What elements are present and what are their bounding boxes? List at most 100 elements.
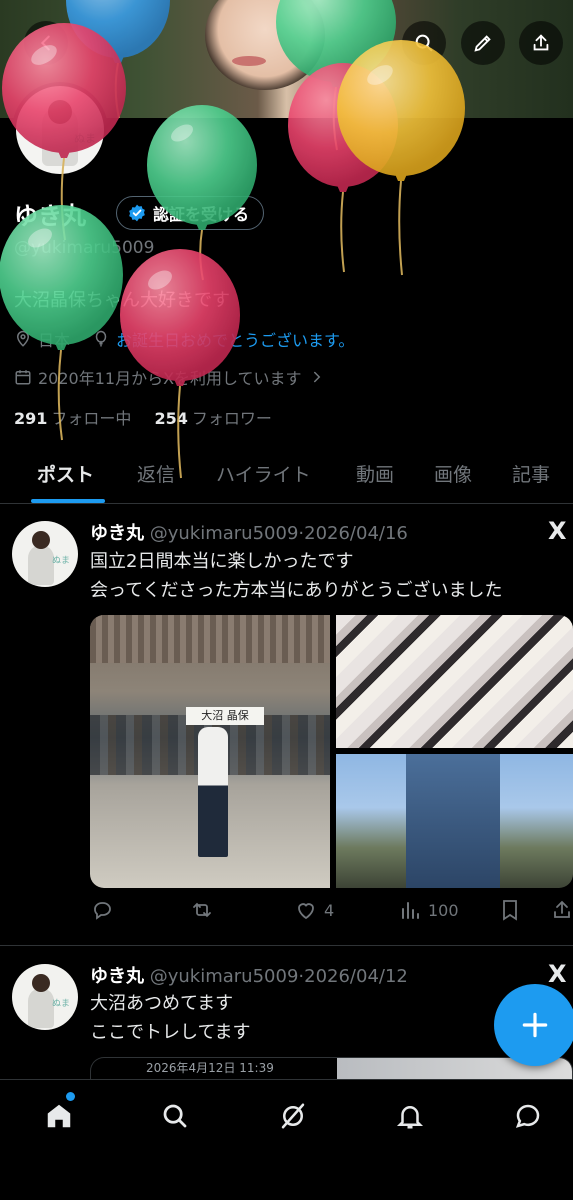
arrow-left-icon: [40, 35, 50, 51]
post-avatar[interactable]: ぬま: [12, 964, 78, 1030]
banner-photo-face: [205, 0, 325, 90]
post-header: ゆき丸 @yukimaru5009·2026/04/12: [90, 962, 408, 988]
home-notification-dot: [66, 1092, 75, 1101]
reply-button[interactable]: [90, 898, 114, 922]
nav-grok[interactable]: [273, 1096, 313, 1136]
following-link[interactable]: 291 フォロー中: [14, 409, 131, 428]
post-text-line: 大沼あつめてます: [90, 993, 234, 1014]
post-author-name[interactable]: ゆき丸: [90, 966, 144, 987]
post-avatar-figure: [28, 545, 54, 585]
birthday-message[interactable]: お誕生日おめでとうございます。: [116, 327, 354, 351]
profile-location: 日本: [38, 331, 71, 350]
views-button[interactable]: 100: [398, 898, 459, 922]
post-text: 国立2日間本当に楽しかったです 会ってくださった方本当にありがとうございました: [90, 547, 503, 605]
nav-search[interactable]: [155, 1096, 195, 1136]
joined-date: 2020年11月からXを利用しています: [38, 369, 302, 388]
followers-label: フォロワー: [191, 409, 272, 428]
grok-slash-icon: [281, 1103, 305, 1129]
image-person: [198, 727, 228, 857]
quoted-post-time: 2026年4月12日 11:39: [146, 1061, 274, 1075]
stadium-roof: [90, 615, 330, 663]
like-button[interactable]: 4: [294, 898, 334, 922]
post-date: ·2026/04/16: [298, 523, 408, 544]
banner-photo-lips: [232, 56, 266, 66]
bookmark-button[interactable]: [498, 898, 522, 922]
post-text-line: 国立2日間本当に楽しかったです: [90, 551, 354, 572]
verified-badge-icon: [129, 204, 145, 222]
calendar-icon: [15, 370, 31, 385]
post-avatar-figure: [28, 988, 54, 1028]
follow-stats: 291 フォロー中 254 フォロワー: [14, 405, 272, 429]
post-text-line: 会ってくださった方本当にありがとうございました: [90, 580, 503, 601]
joined-row[interactable]: 2020年11月からXを利用しています: [14, 365, 326, 389]
search-icon: [163, 1104, 187, 1128]
grok-icon[interactable]: X: [548, 960, 567, 988]
share-post-button[interactable]: [550, 898, 573, 922]
view-count: 100: [428, 900, 459, 920]
search-button[interactable]: [402, 21, 446, 65]
post-actions: 4 100: [90, 898, 573, 930]
avatar-head: [48, 100, 72, 124]
post-header: ゆき丸 @yukimaru5009·2026/04/16: [90, 519, 408, 545]
quoted-post[interactable]: 2026年4月12日 11:39: [90, 1057, 573, 1079]
post-author-handle: @yukimaru5009: [149, 523, 299, 544]
profile-name: ゆき丸: [14, 202, 86, 230]
back-button[interactable]: [24, 21, 68, 65]
bell-icon: [396, 1106, 424, 1129]
balloon-green: [147, 105, 257, 281]
share-button[interactable]: [519, 21, 563, 65]
message-bubble-icon: [515, 1104, 540, 1128]
nav-notifications[interactable]: [390, 1096, 430, 1136]
post-date: ·2026/04/12: [298, 966, 408, 987]
views-chart-icon: [402, 902, 419, 919]
post-author-handle: @yukimaru5009: [149, 966, 299, 987]
bookmark-icon: [503, 900, 517, 921]
heart-icon: [298, 903, 314, 920]
pencil-icon: [474, 35, 491, 52]
chevron-right-icon: [313, 371, 320, 383]
like-count: 4: [324, 900, 335, 920]
followers-link[interactable]: 254 フォロワー: [155, 409, 272, 428]
post-avatar[interactable]: ぬま: [12, 521, 78, 587]
post-divider: [0, 945, 573, 946]
post-image-banner[interactable]: [336, 754, 573, 888]
grok-icon[interactable]: X: [548, 517, 567, 545]
following-label: フォロー中: [51, 409, 132, 428]
compose-post-button[interactable]: [494, 984, 573, 1066]
nav-home[interactable]: [39, 1096, 79, 1136]
followers-count: 254: [154, 409, 188, 428]
balloon-icon: [95, 330, 107, 347]
post-author-name[interactable]: ゆき丸: [90, 523, 144, 544]
repost-icon: [193, 902, 211, 918]
post-image-stadium[interactable]: 大沼 晶保: [90, 615, 330, 888]
get-verified-label: 認証を受ける: [153, 205, 250, 224]
post-media-grid: 大沼 晶保: [90, 615, 573, 888]
profile-meta-row: 日本 お誕生日おめでとうございます。: [14, 327, 354, 351]
plus-icon: [522, 1012, 548, 1038]
get-verified-button[interactable]: 認証を受ける: [116, 196, 265, 230]
location-pin-icon: [16, 330, 30, 347]
tab-articles[interactable]: 記事: [512, 460, 550, 487]
image-hanging-banner: [406, 754, 500, 888]
post-avatar-head: [32, 531, 50, 549]
nav-messages[interactable]: [508, 1096, 548, 1136]
profile-tabs: ポスト 返信 ハイライト 動画 画像 記事: [0, 444, 573, 504]
tab-videos[interactable]: 動画: [356, 460, 394, 487]
following-count: 291: [14, 409, 48, 428]
tab-highlights[interactable]: ハイライト: [216, 460, 311, 487]
post-text-line: ここでトレしてます: [90, 1022, 251, 1043]
bottom-navigation: [0, 1079, 573, 1200]
image-sign-text: 大沼 晶保: [186, 707, 264, 725]
edit-button[interactable]: [461, 21, 505, 65]
reply-icon: [94, 902, 111, 920]
tab-posts[interactable]: ポスト: [37, 460, 94, 487]
profile-bio: 大沼晶保ちゃん大好きです: [14, 290, 230, 311]
home-icon: [47, 1104, 71, 1128]
repost-button[interactable]: [190, 898, 214, 922]
search-icon: [415, 34, 433, 52]
tab-images[interactable]: 画像: [434, 460, 472, 487]
share-icon: [554, 900, 570, 918]
tab-replies[interactable]: 返信: [137, 460, 175, 487]
post-image-photos[interactable]: [336, 615, 573, 748]
profile-avatar[interactable]: ぬま: [12, 82, 108, 178]
